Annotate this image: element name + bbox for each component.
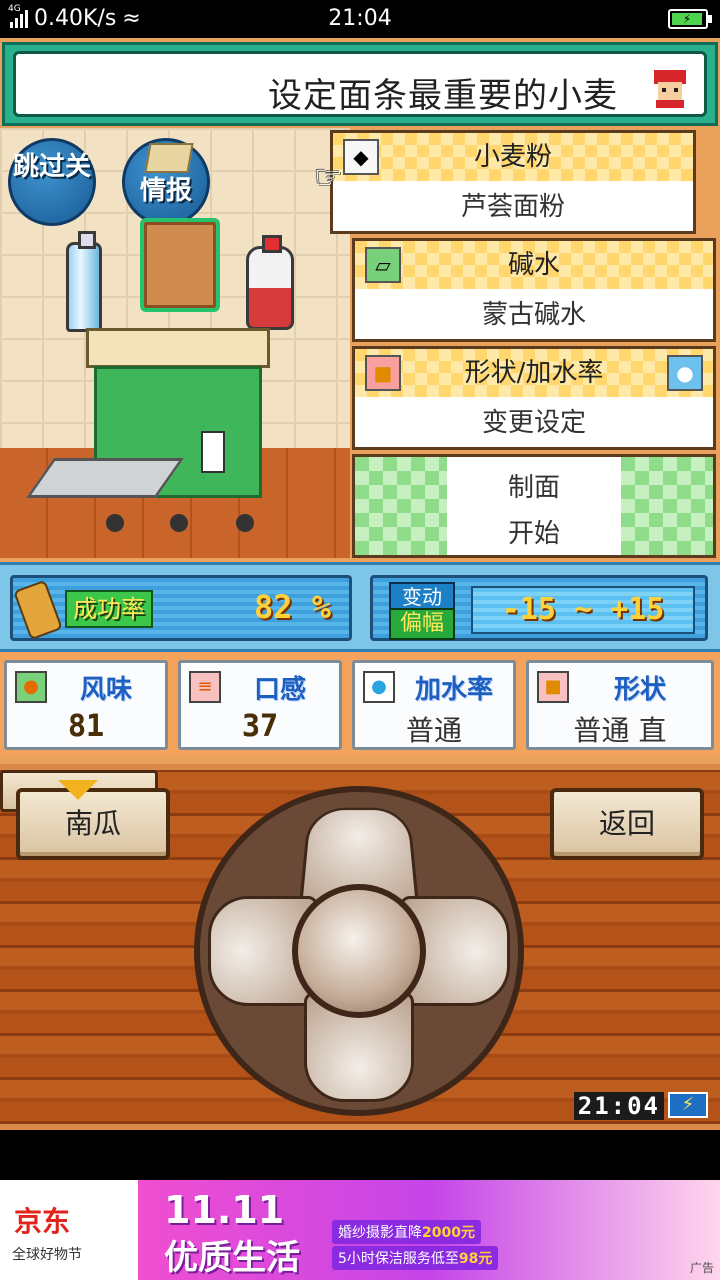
flavor-label: 风味 xyxy=(79,675,132,705)
instruction-text: 设定面条最重要的小麦 xyxy=(268,76,618,116)
skip-button-label: 跳过关 xyxy=(12,152,91,182)
start-making-label-1: 制面 xyxy=(507,473,560,503)
shape-option[interactable]: 形状/加水率 ■ ● 变更设定 xyxy=(352,346,716,450)
kitchen-scene: 跳过关 情报 xyxy=(0,128,350,558)
back-button[interactable]: 返回 xyxy=(550,788,704,860)
texture-icon: ≡ xyxy=(189,671,221,703)
variance-label: 偏幅 xyxy=(389,608,455,640)
flour-option-title: 小麦粉 xyxy=(333,133,693,181)
shape-option-value: 变更设定 xyxy=(481,408,586,438)
texture-stat: ≡ 口感 37 xyxy=(178,660,342,750)
flour-sack[interactable] xyxy=(140,218,220,312)
ad-banner[interactable]: 京东 全球好物节 11.11 优质生活 婚纱摄影直降2000元 5小时保洁服务低… xyxy=(0,1180,720,1280)
ad-brand: 京东 xyxy=(14,1205,71,1238)
texture-value: 37 xyxy=(241,709,279,744)
start-making-button[interactable]: 制面 开始 xyxy=(352,454,716,558)
success-rate-label: 成功率 xyxy=(65,590,153,628)
pointer-hand-icon: ☞ xyxy=(314,158,343,196)
wheel xyxy=(170,514,188,532)
water-drop-icon: ● xyxy=(667,355,703,391)
battery-icon: ⚡ xyxy=(668,1092,708,1118)
status-bar: 4G 0.40K/s ≈ 21:04 ⚡ xyxy=(0,0,720,38)
alkaline-option-title: 碱水 xyxy=(355,241,713,289)
rolling-tool-icon xyxy=(13,579,63,641)
flavor-stat: ● 风味 81 xyxy=(4,660,168,750)
alkaline-water-bottle xyxy=(246,235,294,330)
texture-label: 口感 xyxy=(253,675,306,705)
shape-stat: ■ 形状 普通 直 xyxy=(526,660,714,750)
directional-pad[interactable] xyxy=(194,786,524,1116)
ad-promo-1-text: 婚纱摄影直降 xyxy=(338,1225,422,1241)
shape-label: 形状 xyxy=(613,675,666,705)
status-time: 21:04 xyxy=(328,6,392,31)
down-arrow-icon xyxy=(58,780,98,800)
ad-tag: 广告 xyxy=(689,1261,714,1275)
alkaline-option[interactable]: 碱水 ▱ 蒙古碱水 xyxy=(352,238,716,342)
bottle-icon: ▱ xyxy=(365,247,401,283)
chef-avatar-icon xyxy=(654,70,686,108)
water-drop-icon: ● xyxy=(363,671,395,703)
noodle-machine xyxy=(86,328,270,532)
ad-promo-2-price: 98元 xyxy=(458,1251,493,1267)
game-clock: 21:04 xyxy=(573,1092,664,1120)
machine-panel xyxy=(201,431,225,473)
water-ratio-stat: ● 加水率 普通 xyxy=(352,660,516,750)
shape-icon: ■ xyxy=(365,355,401,391)
alkaline-option-value: 蒙古碱水 xyxy=(481,300,586,330)
stats-bar: 成功率 82 % 变动 偏幅 -15 ~ +15 xyxy=(0,562,720,652)
shape-option-title: 形状/加水率 xyxy=(355,349,713,397)
success-rate-value: 82 % xyxy=(253,588,331,626)
shape-value: 普通 直 xyxy=(573,714,667,747)
dpad-center-button[interactable] xyxy=(292,884,426,1018)
ad-promo-2: 5小时保洁服务低至98元 xyxy=(332,1246,499,1270)
success-rate-box: 成功率 82 % xyxy=(10,575,352,641)
flour-icon: ◆ xyxy=(343,139,379,175)
ad-headline-2: 优质生活 xyxy=(164,1238,300,1278)
variance-box: 变动 偏幅 -15 ~ +15 xyxy=(370,575,708,641)
ad-headline-1: 11.11 xyxy=(164,1188,285,1232)
instruction-banner: 设定面条最重要的小麦 xyxy=(2,42,718,126)
water-bottle xyxy=(66,231,102,332)
ad-promo-1-price: 2000元 xyxy=(422,1225,475,1241)
flavor-icon: ● xyxy=(15,671,47,703)
variance-value: -15 ~ +15 xyxy=(471,586,695,634)
ad-promo-1: 婚纱摄影直降2000元 xyxy=(332,1220,481,1244)
skip-button[interactable]: 跳过关 xyxy=(8,138,96,226)
wheel xyxy=(236,514,254,532)
wheel xyxy=(106,514,124,532)
game-screen: 设定面条最重要的小麦 跳过关 情报 小麦粉 ◆ 芦荟面粉 ☞ 碱水 ▱ 蒙古碱水… xyxy=(0,38,720,1130)
water-ratio-value: 普通 xyxy=(405,714,462,747)
flavor-value: 81 xyxy=(67,709,105,744)
start-making-label-2: 开始 xyxy=(507,519,560,549)
ad-promo-2-text: 5小时保洁服务低至 xyxy=(338,1251,459,1267)
control-panel: 南瓜 返回 21:04 ⚡ xyxy=(0,764,720,1130)
battery-icon: ⚡ xyxy=(668,9,712,29)
attribute-row: ● 风味 81 ≡ 口感 37 ● 加水率 普通 ■ 形状 普通 直 xyxy=(0,652,720,756)
info-button[interactable]: 情报 xyxy=(122,138,210,226)
water-ratio-label: 加水率 xyxy=(414,675,493,705)
shape-icon: ■ xyxy=(537,671,569,703)
flour-option[interactable]: 小麦粉 ◆ 芦荟面粉 xyxy=(330,130,696,234)
info-button-label: 情报 xyxy=(139,176,192,206)
flour-option-value: 芦荟面粉 xyxy=(460,192,565,222)
ad-brand-sub: 全球好物节 xyxy=(12,1247,82,1263)
book-icon xyxy=(144,143,194,173)
